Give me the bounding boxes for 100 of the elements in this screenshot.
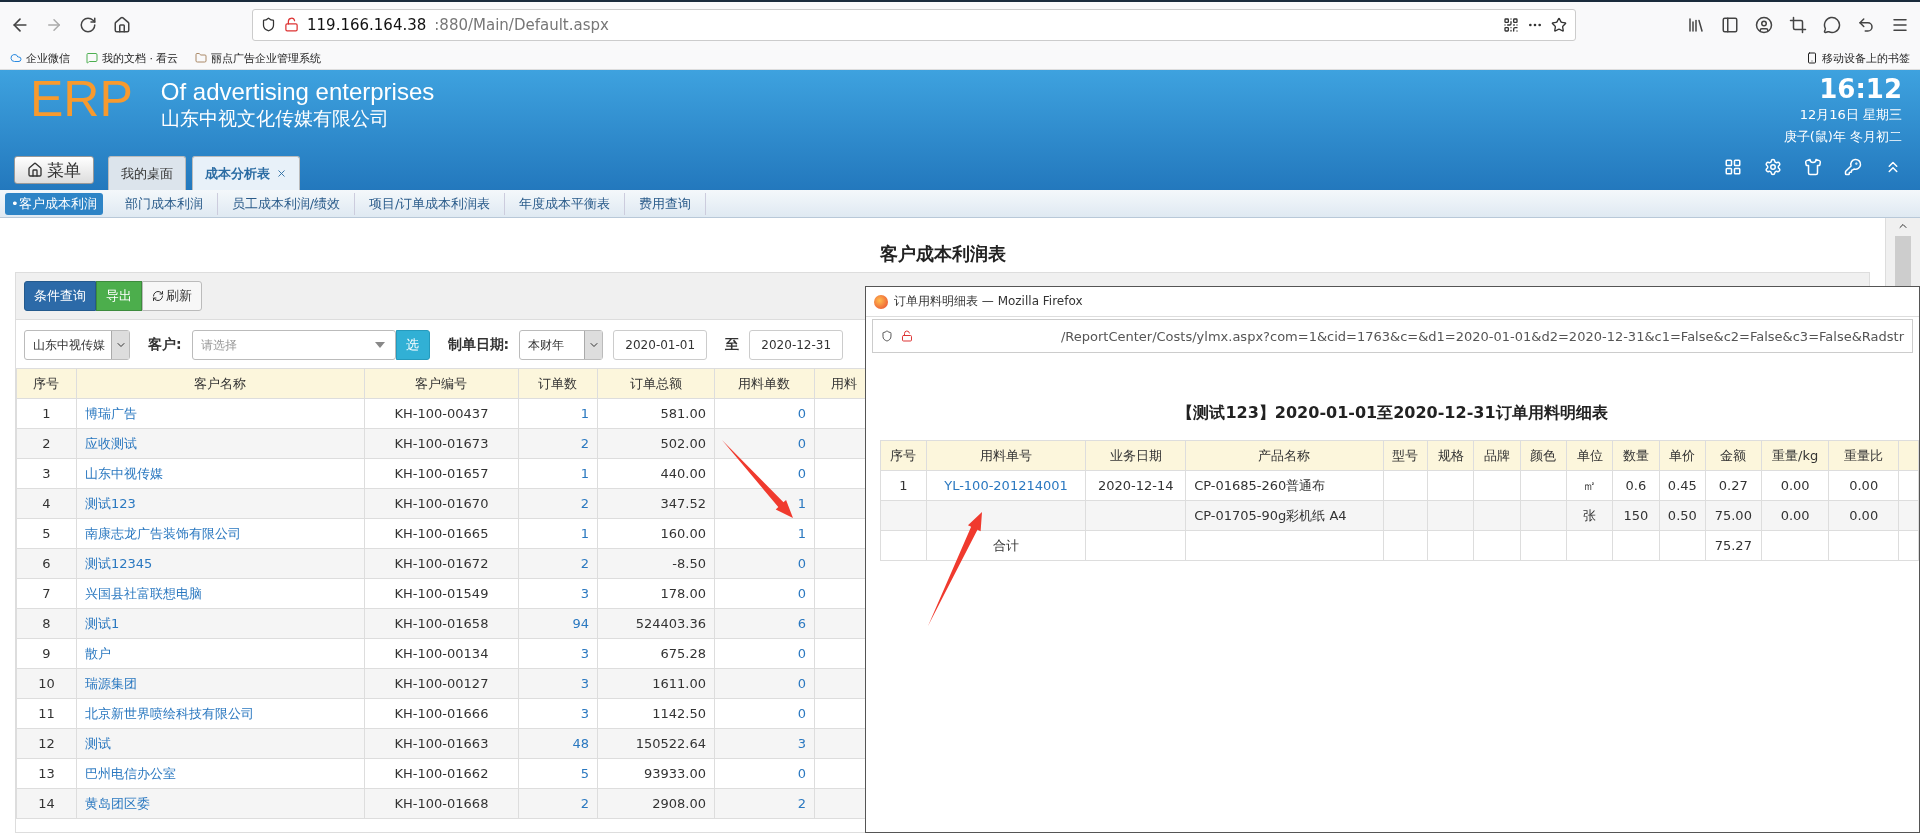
material-count-link[interactable]: 0 (714, 398, 815, 429)
page-tab[interactable]: 成本分析表 (192, 156, 300, 190)
folder-icon (194, 52, 207, 64)
column-header: 用料单数 (714, 368, 815, 399)
material-count-link[interactable]: 2 (714, 788, 815, 819)
customer-link[interactable]: 测试1 (76, 608, 365, 639)
period-select[interactable]: 本财年 (519, 330, 604, 360)
table-cell: KH-100-01657 (364, 458, 519, 489)
bookmark[interactable]: 我的文档 · 看云 (86, 50, 179, 66)
pick-button[interactable]: 选 (395, 330, 430, 360)
add-widget-icon[interactable] (1724, 158, 1742, 176)
end-date-field[interactable]: 2020-12-31 (749, 330, 844, 360)
settings-icon[interactable] (1764, 158, 1782, 176)
column-header: 重量比 (1828, 440, 1899, 471)
customer-link[interactable]: 北京新世界喷绘科技有限公司 (76, 698, 365, 729)
subnav-link[interactable]: 部门成本利润 (110, 192, 218, 215)
shirt-icon[interactable] (1804, 158, 1822, 176)
popup-address-bar[interactable]: /ReportCenter/Costs/ylmx.aspx?com=1&cid=1763&c=&d1=2020-01-01&d2=2020-12-31&c1=False&c2=False&c3=False&Radstr (872, 319, 1913, 353)
customer-link[interactable]: 博瑞广告 (76, 398, 365, 429)
order-count-link[interactable]: 2 (518, 428, 598, 459)
material-count-link[interactable]: 0 (714, 758, 815, 789)
material-count-link[interactable]: 0 (714, 548, 815, 579)
order-count-link[interactable]: 94 (518, 608, 598, 639)
order-count-link[interactable]: 2 (518, 788, 598, 819)
material-count-link[interactable]: 0 (714, 428, 815, 459)
toolbar-button[interactable]: 刷新 (142, 281, 202, 311)
material-count-link[interactable]: 1 (714, 518, 815, 549)
order-count-link[interactable]: 2 (518, 488, 598, 519)
customer-link[interactable]: 测试12345 (76, 548, 365, 579)
order-count-link[interactable]: 1 (518, 518, 598, 549)
column-header: 数量 (1612, 440, 1660, 471)
close-icon[interactable] (276, 168, 287, 179)
mobile-bookmarks[interactable]: 移动设备上的书签 (1806, 50, 1910, 66)
customer-link[interactable]: 兴国县社富联想电脑 (76, 578, 365, 609)
customer-link[interactable]: 应收测试 (76, 428, 365, 459)
customer-select[interactable]: 请选择 (191, 330, 396, 360)
bookmark[interactable]: 企业微信 (10, 50, 70, 66)
table-cell: 1611.00 (597, 668, 715, 699)
order-count-link[interactable]: 48 (518, 728, 598, 759)
table-cell: 10 (16, 668, 77, 699)
material-count-link[interactable]: 6 (714, 608, 815, 639)
material-count-link[interactable]: 0 (714, 578, 815, 609)
column-header: 重量/kg (1761, 440, 1829, 471)
order-count-link[interactable]: 3 (518, 578, 598, 609)
customer-link[interactable]: 南康志龙广告装饰有限公司 (76, 518, 365, 549)
material-order-link[interactable]: YL-100-201214001 (926, 470, 1086, 501)
customer-link[interactable]: 散户 (76, 638, 365, 669)
date-text: 12月16日 星期三 (1799, 106, 1902, 124)
key-icon[interactable] (1844, 158, 1862, 176)
material-count-link[interactable]: 3 (714, 728, 815, 759)
customer-link[interactable]: 测试 (76, 728, 365, 759)
customer-link[interactable]: 山东中视传媒 (76, 458, 365, 489)
table-cell: 2908.00 (597, 788, 715, 819)
table-cell: 2020-12-14 (1085, 470, 1186, 501)
subnav-link[interactable]: 项目/订单成本利润表 (355, 192, 506, 215)
customer-link[interactable]: 瑞源集团 (76, 668, 365, 699)
qr-code-icon[interactable] (1503, 16, 1519, 33)
column-header: 订单数 (518, 368, 598, 399)
toolbar-button[interactable]: 导出 (96, 281, 142, 311)
table-cell: KH-100-01666 (364, 698, 519, 729)
customer-link[interactable]: 巴州电信办公室 (76, 758, 365, 789)
table-cell: KH-100-00437 (364, 398, 519, 429)
table-cell: 0.00 (1761, 500, 1829, 531)
material-count-link[interactable]: 0 (714, 668, 815, 699)
subnav-link[interactable]: •客户成本利润 (5, 192, 103, 215)
subnav-link[interactable]: 员工成本利润/绩效 (217, 192, 356, 215)
subnav-link[interactable]: 年度成本平衡表 (505, 192, 626, 215)
phone-icon (1806, 52, 1818, 64)
table-cell: 3 (16, 458, 77, 489)
material-count-link[interactable]: 0 (714, 698, 815, 729)
customer-link[interactable]: 黄岛团区委 (76, 788, 365, 819)
order-count-link[interactable]: 3 (518, 638, 598, 669)
order-count-link[interactable]: 1 (518, 398, 598, 429)
start-date-field[interactable]: 2020-01-01 (613, 330, 708, 360)
company-select[interactable]: 山东中视传媒 (24, 330, 130, 360)
toolbar-button[interactable]: 条件查询 (24, 281, 96, 311)
order-count-link[interactable]: 2 (518, 548, 598, 579)
table-cell: 93933.00 (597, 758, 715, 789)
column-header: 客户编号 (364, 368, 519, 399)
star-icon[interactable] (1551, 16, 1567, 33)
table-cell: KH-100-01670 (364, 488, 519, 519)
menu-button[interactable]: 菜单 (14, 156, 94, 184)
lunar-date: 庚子(鼠)年 冬月初二 (1783, 128, 1902, 146)
column-header: 品牌 (1473, 440, 1521, 471)
shield-icon (881, 329, 893, 343)
address-bar[interactable]: 119.166.164.38 :880/Main/Default.aspx (252, 8, 1576, 41)
order-count-link[interactable]: 5 (518, 758, 598, 789)
order-count-link[interactable]: 3 (518, 698, 598, 729)
bookmark[interactable]: 丽点广告企业管理系统 (194, 50, 321, 66)
shield-icon (261, 17, 276, 32)
customer-link[interactable]: 测试123 (76, 488, 365, 519)
column-header: 单位 (1566, 440, 1613, 471)
order-count-link[interactable]: 1 (518, 458, 598, 489)
table-cell: KH-100-01673 (364, 428, 519, 459)
table-cell: 150522.64 (597, 728, 715, 759)
subnav-link[interactable]: 费用查询 (625, 192, 707, 215)
page-tab[interactable]: 我的桌面 (108, 156, 186, 190)
order-count-link[interactable]: 3 (518, 668, 598, 699)
column-header: 客户名称 (76, 368, 365, 399)
material-count-link[interactable]: 0 (714, 638, 815, 669)
